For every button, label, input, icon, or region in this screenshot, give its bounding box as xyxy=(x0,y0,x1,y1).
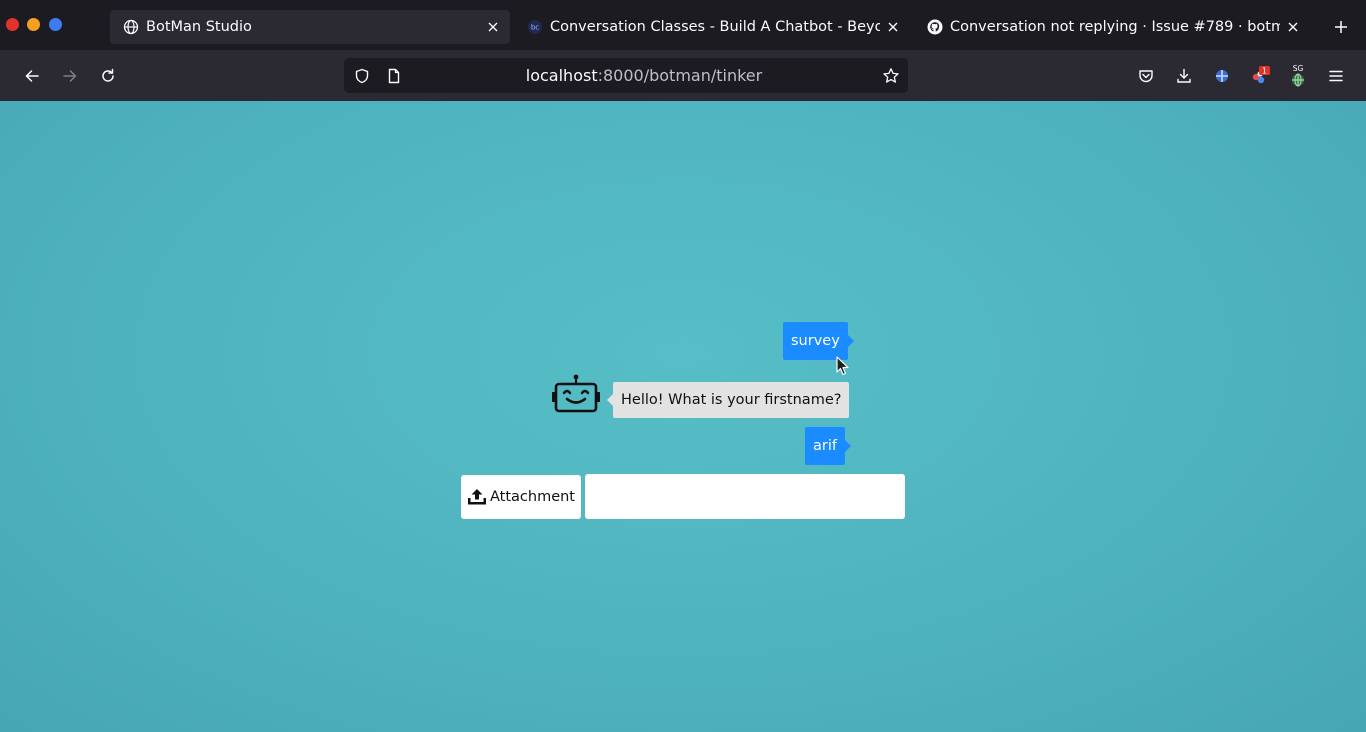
tab-botman-studio[interactable]: BotMan Studio xyxy=(110,10,510,44)
chat-message-user: arif xyxy=(805,427,851,465)
close-icon[interactable] xyxy=(884,18,902,36)
url-host: localhost xyxy=(525,66,598,85)
back-button[interactable] xyxy=(19,63,45,89)
pocket-icon[interactable] xyxy=(1133,63,1159,89)
attachment-label: Attachment xyxy=(489,489,575,505)
new-tab-button[interactable] xyxy=(1328,14,1354,40)
tab-title: Conversation Classes - Build A Chatbot -… xyxy=(550,19,880,35)
navigation-toolbar: localhost:8000/botman/tinker 1 SG xyxy=(0,50,1366,101)
mouse-cursor-icon xyxy=(836,356,849,376)
chat-message-bot: Hello! What is your firstname? xyxy=(606,382,850,418)
url-text: localhost:8000/botman/tinker xyxy=(344,66,944,85)
extension-blue-icon[interactable] xyxy=(1209,63,1235,89)
upload-icon xyxy=(467,487,487,507)
chat-message-user: survey xyxy=(783,322,854,360)
tab-title: Conversation not replying · Issue #789 ·… xyxy=(950,19,1280,35)
botman-tinker-page: survey Hello! What is your firstname? ar… xyxy=(0,101,1366,732)
close-icon[interactable] xyxy=(1284,18,1302,36)
svg-text:bc: bc xyxy=(531,24,539,32)
globe-icon xyxy=(122,18,140,36)
extension-badge-count: 1 xyxy=(1262,67,1267,76)
window-maximize-button[interactable] xyxy=(49,18,62,31)
bookmark-star-icon[interactable] xyxy=(881,66,901,86)
tab-conversation-classes[interactable]: bc Conversation Classes - Build A Chatbo… xyxy=(514,10,910,44)
menu-icon[interactable] xyxy=(1323,63,1349,89)
beyondcode-icon: bc xyxy=(526,18,544,36)
url-path: :8000/botman/tinker xyxy=(597,66,763,85)
close-icon[interactable] xyxy=(484,18,502,36)
tab-title: BotMan Studio xyxy=(146,19,252,35)
attachment-button[interactable]: Attachment xyxy=(461,475,581,519)
address-bar[interactable]: localhost:8000/botman/tinker xyxy=(344,58,908,93)
bot-avatar-icon xyxy=(550,373,602,415)
chat-message-input[interactable] xyxy=(585,474,905,519)
tab-strip: BotMan Studio bc Conversation Classes - … xyxy=(0,0,1366,50)
window-close-button[interactable] xyxy=(6,18,19,31)
extension-sg-icon[interactable]: SG xyxy=(1285,63,1311,89)
github-icon xyxy=(926,18,944,36)
tab-github-issue[interactable]: Conversation not replying · Issue #789 ·… xyxy=(914,10,1310,44)
extension-sg-label: SG xyxy=(1293,64,1304,73)
reload-button[interactable] xyxy=(95,63,121,89)
download-icon[interactable] xyxy=(1171,63,1197,89)
forward-button[interactable] xyxy=(57,63,83,89)
window-minimize-button[interactable] xyxy=(27,18,40,31)
extension-badge-icon[interactable]: 1 xyxy=(1247,63,1273,89)
